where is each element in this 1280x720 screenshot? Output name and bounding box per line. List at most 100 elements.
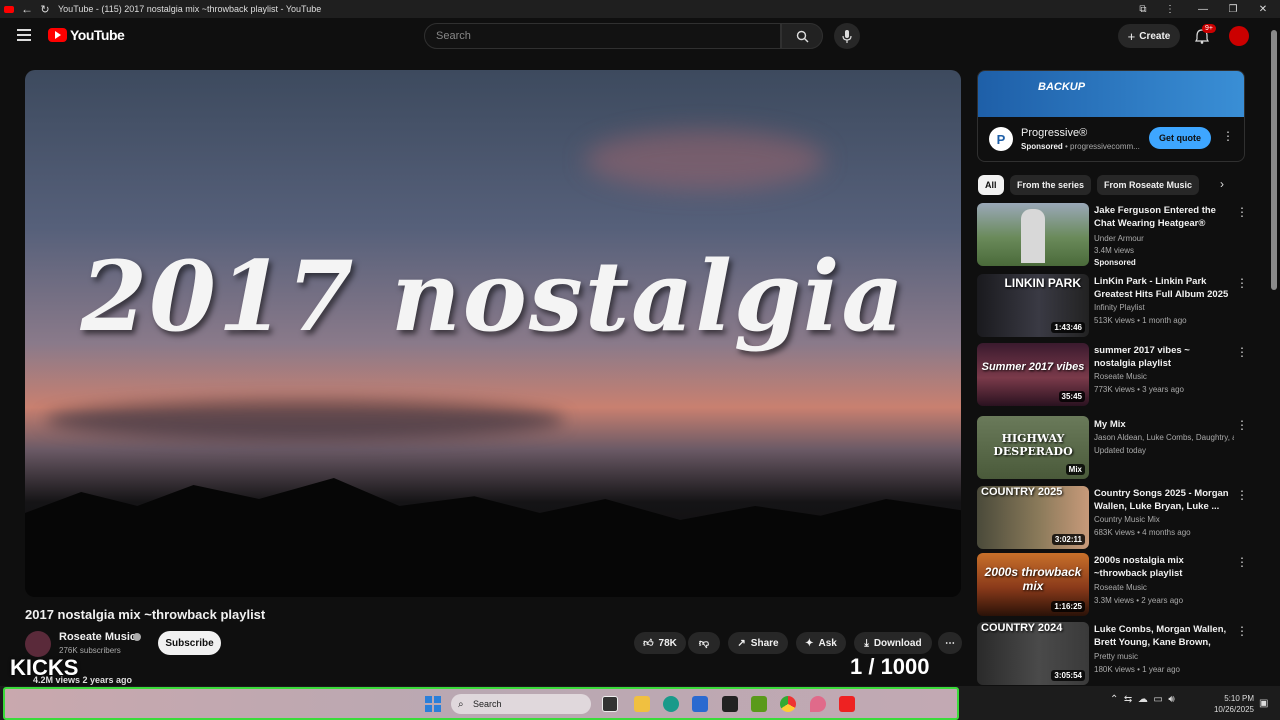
- chip-from-the-series[interactable]: From the series: [1010, 175, 1092, 195]
- notification-center-icon[interactable]: ▣: [1259, 698, 1268, 709]
- views-and-date: 4.2M views 2 years ago: [33, 675, 133, 685]
- dislike-button[interactable]: 👎︎: [688, 632, 720, 654]
- sponsored-label: Sponsored: [1094, 258, 1136, 267]
- epic-games-icon[interactable]: [722, 696, 738, 712]
- thumbnail-text: HIGHWAY DESPERADO: [993, 432, 1073, 458]
- hamburger-menu-icon[interactable]: [17, 29, 31, 41]
- video-duration: 1:43:46: [1051, 322, 1085, 333]
- sky-cloud: [585, 130, 825, 190]
- recommended-video[interactable]: COUNTRY 2025 3:02:11 Country Songs 2025 …: [977, 486, 1248, 550]
- recommended-views: Updated today: [1094, 446, 1147, 455]
- video-duration: 35:45: [1058, 391, 1085, 402]
- thumbnail-text: LINKIN PARK: [1004, 276, 1081, 290]
- more-actions-button[interactable]: ⋯: [938, 632, 962, 654]
- progressive-logo-icon: P: [989, 127, 1013, 151]
- maximize-button[interactable]: ❐: [1218, 0, 1248, 18]
- taskbar-clock[interactable]: 5:10 PM 10/26/2025: [1208, 693, 1254, 715]
- account-avatar[interactable]: [1229, 26, 1249, 46]
- nvidia-icon[interactable]: [751, 696, 767, 712]
- more-vertical-icon[interactable]: ⋮: [1236, 624, 1248, 638]
- sponsored-ad-card[interactable]: BACKUP P Progressive® Sponsored • progre…: [977, 70, 1245, 162]
- ask-button[interactable]: ✦ Ask: [796, 632, 846, 654]
- share-button[interactable]: ↗ Share: [728, 632, 788, 654]
- extensions-icon[interactable]: ⧉: [1128, 0, 1158, 18]
- recommended-channel: Country Music Mix: [1094, 515, 1160, 524]
- video-duration: 3:02:11: [1051, 534, 1085, 545]
- recommended-views: 3.3M views • 2 years ago: [1094, 596, 1184, 605]
- subscribe-button[interactable]: Subscribe: [158, 631, 221, 655]
- get-quote-button[interactable]: Get quote: [1149, 127, 1211, 149]
- recommended-views: 180K views • 1 year ago: [1094, 665, 1180, 674]
- more-vertical-icon[interactable]: ⋮: [1236, 276, 1248, 290]
- notification-count-badge: 9+: [1202, 24, 1216, 33]
- video-thumbnail[interactable]: 2000s throwback mix 1:16:25: [977, 553, 1089, 616]
- video-thumbnail[interactable]: [977, 203, 1089, 266]
- chip-all[interactable]: All: [978, 175, 1004, 195]
- search-button[interactable]: [781, 23, 823, 49]
- video-player[interactable]: 2017 nostalgia: [25, 70, 961, 597]
- window-title: YouTube - (115) 2017 nostalgia mix ~thro…: [58, 4, 322, 14]
- ad-more-icon[interactable]: ⋮: [1222, 129, 1234, 143]
- search-input[interactable]: Search: [424, 23, 781, 49]
- system-tray-icons[interactable]: ⌃ ⇆ ☁ ▭ 🔊︎: [1110, 694, 1175, 705]
- page-scrollbar[interactable]: [1271, 30, 1277, 290]
- video-thumbnail[interactable]: LINKIN PARK 1:43:46: [977, 274, 1089, 337]
- ad-banner-image[interactable]: BACKUP: [978, 71, 1244, 117]
- video-thumbnail[interactable]: HIGHWAY DESPERADO Mix: [977, 416, 1089, 479]
- file-explorer-icon[interactable]: [634, 696, 650, 712]
- recommended-channel: Pretty music: [1094, 652, 1139, 661]
- more-vertical-icon[interactable]: ⋮: [1236, 345, 1248, 359]
- chip-from-roseate-music[interactable]: From Roseate Music: [1097, 175, 1200, 195]
- sky-cloud: [45, 400, 565, 440]
- recommended-video[interactable]: LINKIN PARK 1:43:46 LinKin Park - Linkin…: [977, 274, 1248, 338]
- recommended-video[interactable]: Jake Ferguson Entered the Chat Wearing H…: [977, 203, 1248, 267]
- recommended-title: Country Songs 2025 - Morgan Wallen, Luke…: [1094, 488, 1229, 512]
- youtube-brand-text: YouTube: [70, 27, 125, 43]
- more-horizontal-icon: ⋯: [945, 637, 955, 649]
- chevron-right-icon[interactable]: ›: [1220, 177, 1224, 191]
- maps-pin-icon[interactable]: [810, 696, 826, 712]
- channel-name[interactable]: Roseate Music: [59, 631, 136, 643]
- video-duration: 1:16:25: [1051, 601, 1085, 612]
- taskbar-search[interactable]: ⌕ Search: [451, 694, 591, 714]
- download-button[interactable]: ⤓ Download: [854, 632, 932, 654]
- more-vertical-icon[interactable]: ⋮: [1236, 555, 1248, 569]
- kebab-menu-icon[interactable]: ⋮: [1155, 0, 1185, 18]
- ad-banner-text: BACKUP: [1038, 81, 1086, 93]
- recommended-video[interactable]: Summer 2017 vibes 35:45 summer 2017 vibe…: [977, 343, 1248, 407]
- recommended-mix[interactable]: HIGHWAY DESPERADO Mix My Mix Jason Aldea…: [977, 416, 1248, 480]
- video-thumbnail[interactable]: COUNTRY 2024 3:05:54: [977, 622, 1089, 685]
- minimize-button[interactable]: —: [1188, 0, 1218, 18]
- recommended-video[interactable]: COUNTRY 2024 3:05:54 Luke Combs, Morgan …: [977, 622, 1248, 686]
- windows-start-icon[interactable]: [425, 696, 441, 712]
- clock-date: 10/26/2025: [1213, 705, 1254, 714]
- youtube-taskbar-icon[interactable]: [839, 696, 855, 712]
- more-vertical-icon[interactable]: ⋮: [1236, 418, 1248, 432]
- notifications-button[interactable]: 9+: [1192, 24, 1216, 46]
- youtube-logo[interactable]: YouTube: [48, 27, 125, 43]
- video-thumbnail[interactable]: COUNTRY 2025 3:02:11: [977, 486, 1089, 549]
- video-thumbnail[interactable]: Summer 2017 vibes 35:45: [977, 343, 1089, 406]
- ask-label: Ask: [818, 637, 837, 649]
- channel-avatar[interactable]: [25, 631, 51, 657]
- voice-search-button[interactable]: [834, 23, 860, 49]
- reload-icon[interactable]: ↻: [36, 0, 54, 18]
- recommended-channel: Jason Aldean, Luke Combs, Daughtry, an..…: [1094, 433, 1234, 442]
- window-titlebar: ← ↻ YouTube - (115) 2017 nostalgia mix ~…: [0, 0, 1280, 18]
- edge-icon[interactable]: [663, 696, 679, 712]
- create-button[interactable]: + Create: [1118, 24, 1180, 48]
- like-button[interactable]: 👍︎ 78K: [634, 632, 686, 654]
- recommended-views: 3.4M views: [1094, 246, 1135, 255]
- store-icon[interactable]: [692, 696, 708, 712]
- close-button[interactable]: ✕: [1248, 0, 1278, 18]
- more-vertical-icon[interactable]: ⋮: [1236, 205, 1248, 219]
- youtube-header: YouTube Search + Create 9+: [0, 18, 1280, 54]
- video-duration: 3:05:54: [1051, 670, 1085, 681]
- sparkle-icon: ✦: [805, 637, 814, 649]
- chrome-icon[interactable]: [780, 696, 796, 712]
- more-vertical-icon[interactable]: ⋮: [1236, 488, 1248, 502]
- task-view-icon[interactable]: [602, 696, 618, 712]
- back-icon[interactable]: ←: [18, 0, 36, 18]
- recommended-video[interactable]: 2000s throwback mix 1:16:25 2000s nostal…: [977, 553, 1248, 617]
- recommended-views: 773K views • 3 years ago: [1094, 385, 1184, 394]
